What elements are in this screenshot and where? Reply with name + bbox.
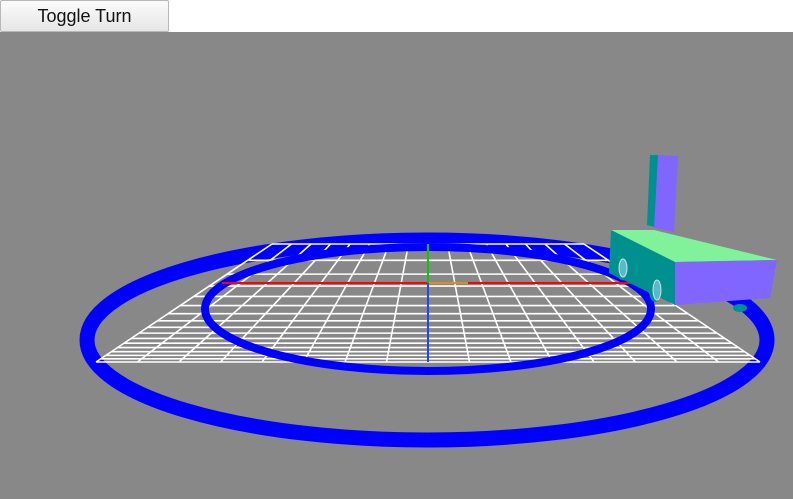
vehicle-body-front [675,260,777,305]
vehicle-wheel-side-rear [652,279,662,301]
toolbar: Toggle Turn [0,0,793,32]
vehicle-wheel-side-front [618,258,628,278]
3d-viewport[interactable] [0,32,793,499]
vehicle-wheel-rear-right [733,304,747,312]
vehicle-mast-front [654,155,678,232]
scene-canvas[interactable] [0,32,793,499]
toggle-turn-button[interactable]: Toggle Turn [0,0,169,32]
